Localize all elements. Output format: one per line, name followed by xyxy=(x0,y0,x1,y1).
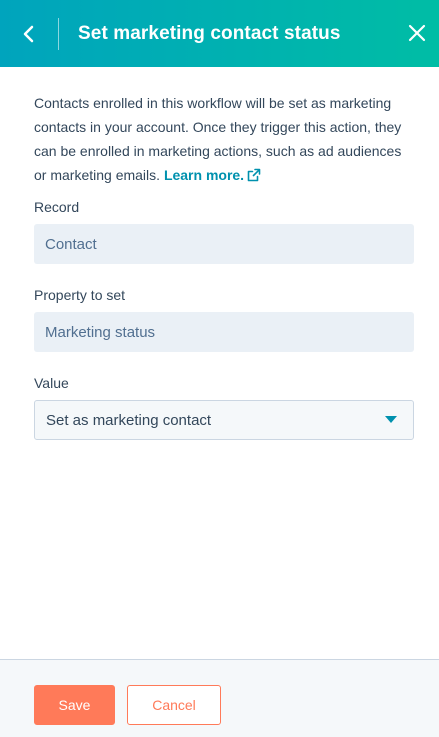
value-label: Value xyxy=(34,375,69,391)
chevron-left-icon xyxy=(23,25,34,42)
save-button[interactable]: Save xyxy=(34,685,115,725)
value-select-text: Set as marketing contact xyxy=(46,411,212,429)
property-to-set-field: Marketing status xyxy=(34,312,414,352)
panel-footer: Save Cancel xyxy=(0,659,439,737)
close-button[interactable] xyxy=(401,17,433,49)
back-button[interactable] xyxy=(0,0,58,67)
description: Contacts enrolled in this workflow will … xyxy=(34,91,414,189)
record-field: Contact xyxy=(34,224,414,264)
caret-down-icon xyxy=(385,416,397,423)
description-text: Contacts enrolled in this workflow will … xyxy=(34,91,414,189)
record-label: Record xyxy=(34,199,80,215)
external-link-icon[interactable] xyxy=(247,165,261,189)
close-icon xyxy=(408,24,426,42)
panel-header: Set marketing contact status xyxy=(0,0,439,67)
header-divider xyxy=(58,17,59,50)
cancel-button[interactable]: Cancel xyxy=(127,685,221,725)
property-to-set-label: Property to set xyxy=(34,287,126,303)
panel-title: Set marketing contact status xyxy=(78,22,341,44)
value-select[interactable]: Set as marketing contact xyxy=(34,400,414,440)
learn-more-link[interactable]: Learn more. xyxy=(164,167,244,183)
